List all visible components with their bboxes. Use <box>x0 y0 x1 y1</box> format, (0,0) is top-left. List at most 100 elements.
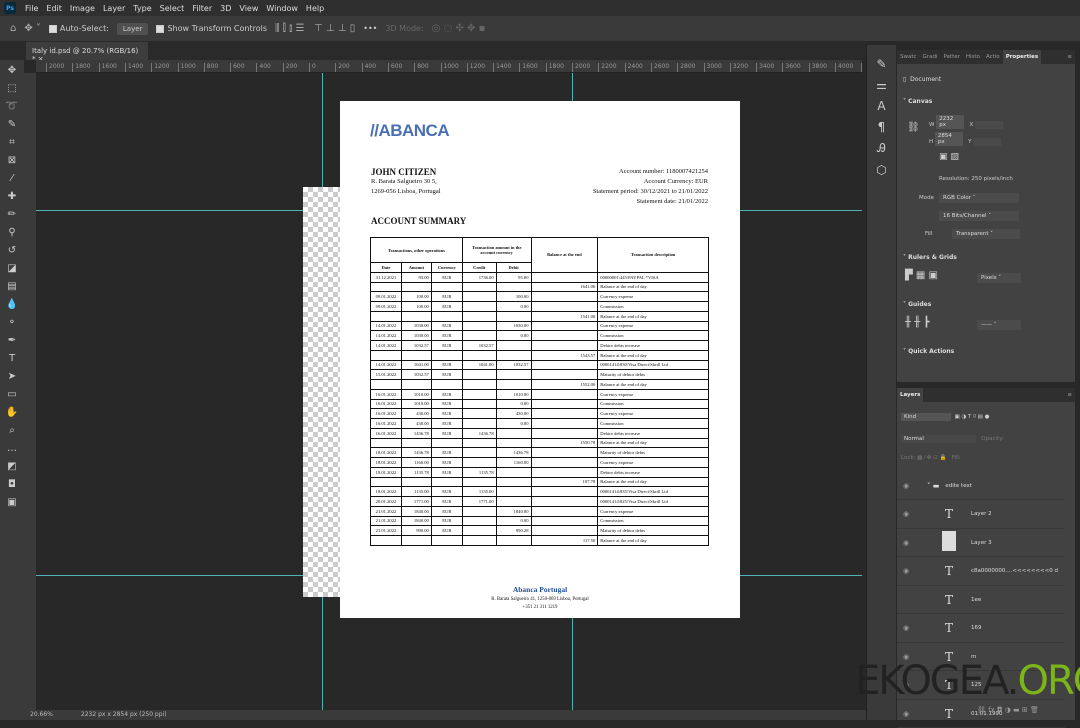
fill-dropdown[interactable]: Transparent ˅ <box>952 229 1020 239</box>
layer-item[interactable]: ◉ T 169 <box>897 615 1065 643</box>
brush-tool-icon[interactable]: ✏ <box>8 206 16 224</box>
type-tool-icon[interactable]: T <box>9 350 15 368</box>
tab-layers[interactable]: Layers <box>897 388 924 402</box>
bit-depth-dropdown[interactable]: 16 Bits/Channel ˅ <box>939 211 1019 221</box>
mode-dropdown[interactable]: RGB Color ˅ <box>939 193 1019 203</box>
layer-item[interactable]: ◉ T Layer 2 <box>897 501 1065 529</box>
units-dropdown[interactable]: Pixels ˅ <box>977 273 1021 283</box>
rulers-grids-section[interactable]: ˅ Rulers & Grids <box>897 254 957 261</box>
y-field[interactable] <box>973 138 1002 146</box>
quick-select-icon[interactable]: ✎ <box>8 116 16 134</box>
layer-item[interactable]: T 1ee <box>897 586 1065 614</box>
blur-tool-icon[interactable]: 💧 <box>6 296 18 314</box>
move-tool-icon[interactable]: ✥ ˅ <box>24 23 41 34</box>
visibility-eye-icon[interactable]: ◉ <box>897 539 915 547</box>
menu-type[interactable]: Type <box>133 4 151 13</box>
layer-dropdown[interactable]: Layer <box>116 22 149 35</box>
screen-mode-icon[interactable]: ▣ <box>7 494 16 512</box>
ruler-grid-icons[interactable]: ▛ ▦ ▣ <box>905 270 938 281</box>
guide-style-dropdown[interactable]: —— ˅ <box>977 320 1021 330</box>
more-tools-icon[interactable]: … <box>7 440 17 458</box>
show-transform-checkbox[interactable]: Show Transform Controls <box>156 24 267 33</box>
menu-filter[interactable]: Filter <box>192 4 212 13</box>
auto-select-checkbox[interactable]: Auto-Select: <box>48 24 109 33</box>
home-icon[interactable]: ⌂ <box>10 23 16 34</box>
marquee-tool-icon[interactable]: ⬚ <box>7 80 16 98</box>
quick-mask-icon[interactable]: ◘ <box>8 476 16 494</box>
blend-mode-dropdown[interactable]: Normal <box>901 435 976 443</box>
menu-3d[interactable]: 3D <box>220 4 231 13</box>
healing-brush-icon[interactable]: ✚ <box>8 188 16 206</box>
menu-select[interactable]: Select <box>160 4 185 13</box>
eraser-icon[interactable]: ◪ <box>7 260 16 278</box>
document-info[interactable]: 2232 px x 2854 px (250 ppi) <box>81 711 167 719</box>
menu-file[interactable]: File <box>25 4 38 13</box>
hand-tool-icon[interactable]: ✋ <box>6 404 18 422</box>
menu-edit[interactable]: Edit <box>46 4 62 13</box>
tab-swatches[interactable]: Swatc <box>897 54 920 60</box>
menu-image[interactable]: Image <box>70 4 95 13</box>
brush-settings-icon[interactable]: ✎ <box>876 57 886 71</box>
table-row: 18.01.2022 1160.00 EUR 1160.00 Currency expe… <box>370 457 709 468</box>
layer-item[interactable]: ◉ Layer 3 <box>897 529 1065 557</box>
fill-value: Transparent <box>956 231 989 237</box>
layer-actions[interactable]: ⛓ fx ◘ ◑ ▬ ⊞ 🗑 <box>977 706 1039 714</box>
layer-item[interactable]: ◉ ˅ ▬ edite text <box>897 472 1065 500</box>
character-icon[interactable]: A <box>877 99 885 113</box>
path-select-icon[interactable]: ➤ <box>8 368 16 386</box>
quick-actions-section[interactable]: ˅ Quick Actions <box>897 348 954 355</box>
link-icon[interactable]: ⛓ <box>907 122 920 133</box>
document-tab[interactable]: Italy id.psd @ 20.7% (RGB/16) * × <box>26 42 148 63</box>
color-swatches-icon[interactable]: ◩ <box>7 458 16 476</box>
kind-dropdown[interactable]: Kind <box>901 413 951 421</box>
lasso-tool-icon[interactable]: ➰ <box>6 98 18 116</box>
menu-layer[interactable]: Layer <box>103 4 125 13</box>
tab-properties[interactable]: Properties <box>1002 50 1042 64</box>
tab-patterns[interactable]: Patter <box>940 54 962 60</box>
ruler-label: 400 <box>361 63 376 72</box>
visibility-eye-icon[interactable]: ◉ <box>897 482 915 490</box>
layer-item[interactable]: ◉ T 01.01.1990 <box>897 700 1065 728</box>
balance-cell: 1543.57 <box>530 349 599 361</box>
eyedropper-icon[interactable]: ⁄ <box>11 170 13 188</box>
gradient-tool-icon[interactable]: ▤ <box>7 278 16 296</box>
visibility-eye-icon[interactable]: ◉ <box>897 710 915 718</box>
layer-item[interactable]: ◉ Tc8a0000000....<<<<<<<<0 d <box>897 558 1065 586</box>
move-tool-icon[interactable]: ✥ <box>8 62 16 80</box>
x-field[interactable] <box>974 121 1003 129</box>
more-options-button[interactable]: ••• <box>363 24 377 33</box>
amount-cell: 990.00 <box>400 525 432 536</box>
layers-menu-icon[interactable]: ≡ <box>1064 392 1075 398</box>
tab-gradients[interactable]: Gradi <box>920 54 941 60</box>
pen-tool-icon[interactable]: ✒ <box>8 332 16 350</box>
zoom-level[interactable]: 20.66% <box>30 711 53 719</box>
dodge-tool-icon[interactable]: ⚬ <box>8 314 16 332</box>
width-field[interactable]: 2232 px <box>936 115 965 129</box>
menu-window[interactable]: Window <box>266 4 298 13</box>
canvas-section[interactable]: ˅ Canvas <box>897 98 932 105</box>
clone-stamp-icon[interactable]: ⚲ <box>8 224 15 242</box>
paragraph-icon[interactable]: ¶ <box>878 120 886 134</box>
adjustments-icon[interactable]: ⚌ <box>876 78 887 92</box>
height-field[interactable]: 2854 px <box>934 132 963 146</box>
orientation-icons[interactable]: ▣ ▨ <box>939 152 959 162</box>
panel-menu-icon[interactable]: ≡ <box>1064 54 1075 60</box>
rectangle-tool-icon[interactable]: ▭ <box>7 386 16 404</box>
visibility-eye-icon[interactable]: ◉ <box>897 624 915 632</box>
guides-section[interactable]: ˅ Guides <box>897 301 931 308</box>
tab-actions[interactable]: Actio <box>983 54 1003 60</box>
3d-icon[interactable]: ⬡ <box>876 163 886 177</box>
history-brush-icon[interactable]: ↺ <box>8 242 16 260</box>
zoom-tool-icon[interactable]: ⌕ <box>9 422 15 440</box>
align-icons[interactable]: ⫼ ⫿ ⫾ ☰ ⊤ ⊥ ⊥ ▯ <box>275 23 355 34</box>
guide-icons[interactable]: ╫ ╫ ┣ <box>905 317 929 328</box>
glyphs-icon[interactable]: Ꭿ <box>877 141 886 156</box>
menu-help[interactable]: Help <box>306 4 324 13</box>
tab-history[interactable]: Histo <box>963 54 983 60</box>
visibility-eye-icon[interactable]: ◉ <box>897 510 915 518</box>
visibility-eye-icon[interactable]: ◉ <box>897 567 915 575</box>
crop-tool-icon[interactable]: ⌗ <box>9 134 15 152</box>
frame-tool-icon[interactable]: ⊠ <box>8 152 16 170</box>
kind-filter[interactable]: Kind ▣ ◑ T ⌑ ▤ ● <box>901 413 989 421</box>
menu-view[interactable]: View <box>239 4 258 13</box>
